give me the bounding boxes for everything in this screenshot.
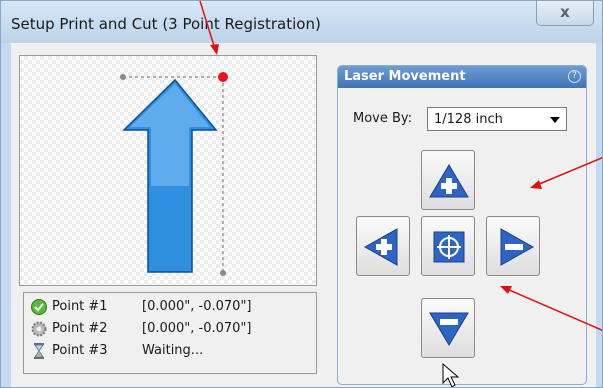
- annotation-arrowhead: [210, 44, 219, 55]
- annotation-arrow-line: [506, 288, 602, 331]
- annotation-arrow-line: [536, 157, 602, 186]
- annotation-arrows: [199, 1, 602, 331]
- dialog-window: Setup Print and Cut (3 Point Registratio…: [0, 0, 603, 388]
- annotation-arrowhead: [530, 180, 542, 189]
- annotation-arrow-line: [199, 1, 216, 50]
